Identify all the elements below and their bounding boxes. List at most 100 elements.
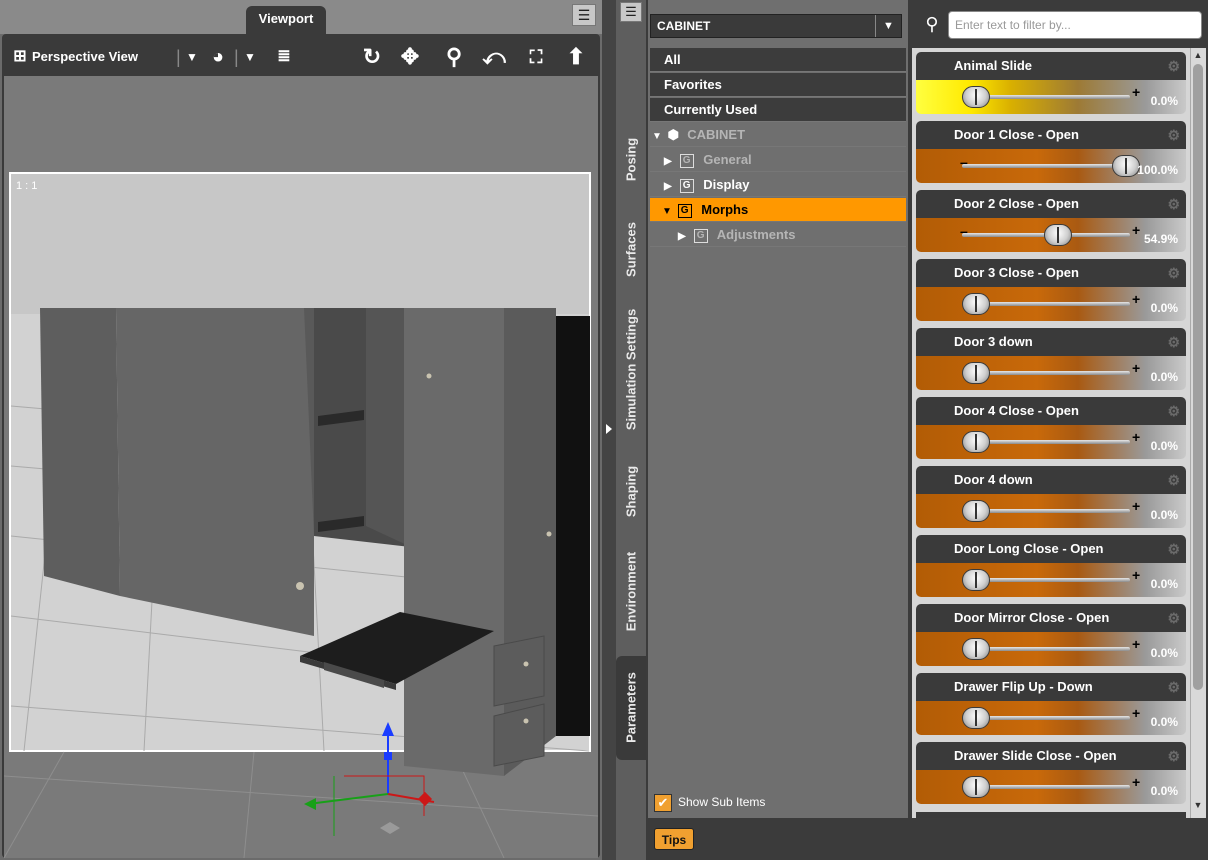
slider-thumb[interactable] xyxy=(962,707,990,729)
camera-select[interactable]: Perspective View xyxy=(32,38,138,76)
expand-right-icon[interactable]: ▶ xyxy=(664,175,676,199)
slider-card[interactable]: Door Mirror Close - Open ⚙ +0.0% xyxy=(916,604,1186,666)
gear-icon[interactable]: ⚙ xyxy=(1167,52,1180,80)
tree-item-general[interactable]: ▶ G General xyxy=(650,148,906,172)
slider-thumb[interactable] xyxy=(962,569,990,591)
slider-value[interactable]: 0.0% xyxy=(1151,301,1178,315)
slider-card[interactable]: Door 3 down ⚙ +0.0% xyxy=(916,328,1186,390)
gear-icon[interactable]: ⚙ xyxy=(1167,673,1180,701)
slider-control[interactable]: +0.0% xyxy=(916,287,1186,321)
tree-item-favorites[interactable]: Favorites xyxy=(650,73,906,97)
gear-icon[interactable]: ⚙ xyxy=(1167,535,1180,563)
slider-control[interactable]: +0.0% xyxy=(916,563,1186,597)
gear-icon[interactable]: ⚙ xyxy=(1167,466,1180,494)
scene-canvas[interactable]: 1 : 1 xyxy=(4,76,598,858)
gear-icon[interactable]: ⚙ xyxy=(1167,259,1180,287)
chevron-down-icon[interactable]: ▼ xyxy=(875,15,901,37)
tab-posing[interactable]: Posing xyxy=(616,118,646,202)
increment-icon[interactable]: + xyxy=(1132,567,1140,583)
slider-track[interactable] xyxy=(962,164,1130,168)
slider-card[interactable]: Door 4 down ⚙ +0.0% xyxy=(916,466,1186,528)
slider-control[interactable]: +0.0% xyxy=(916,632,1186,666)
slider-card[interactable]: Drawer Flip Up - Down ⚙ +0.0% xyxy=(916,673,1186,735)
expand-right-icon[interactable]: ▶ xyxy=(678,225,690,249)
tab-environment[interactable]: Environment xyxy=(616,538,646,648)
node-select[interactable]: CABINET ▼ xyxy=(650,14,902,38)
scrollbar-thumb[interactable] xyxy=(1193,64,1203,690)
slider-card[interactable]: Door 1 Close - Open ⚙ –100.0% xyxy=(916,121,1186,183)
slider-control[interactable]: +0.0% xyxy=(916,80,1186,114)
gear-icon[interactable]: ⚙ xyxy=(1167,742,1180,770)
tree-item-currently-used[interactable]: Currently Used xyxy=(650,98,906,122)
pane-menu-icon[interactable]: ☰ xyxy=(572,4,596,26)
rotate-icon[interactable]: ⤺ xyxy=(480,38,508,76)
frame-icon[interactable]: ⛶ xyxy=(522,38,550,76)
slider-value[interactable]: 0.0% xyxy=(1151,646,1178,660)
slider-card[interactable]: Drawer Slide Close - Open ⚙ +0.0% xyxy=(916,742,1186,804)
slider-value[interactable]: 0.0% xyxy=(1151,370,1178,384)
slider-value[interactable]: 100.0% xyxy=(1137,163,1178,177)
increment-icon[interactable]: + xyxy=(1132,636,1140,652)
shading-dropdown-arrow-icon[interactable]: ▼ xyxy=(236,38,264,76)
slider-control[interactable]: +0.0% xyxy=(916,494,1186,528)
tree-item-cabinet[interactable]: ▼ ⬢ CABINET xyxy=(650,123,906,147)
show-sub-items-checkbox[interactable]: ✔ Show Sub Items xyxy=(654,792,765,812)
gear-icon[interactable]: ⚙ xyxy=(1167,190,1180,218)
slider-thumb[interactable] xyxy=(962,362,990,384)
pane-menu-icon[interactable]: ☰ xyxy=(620,2,642,22)
tree-item-all[interactable]: All xyxy=(650,48,906,72)
tab-surfaces[interactable]: Surfaces xyxy=(616,206,646,292)
increment-icon[interactable]: + xyxy=(1132,774,1140,790)
slider-card[interactable]: Door Long Close - Open ⚙ +0.0% xyxy=(916,535,1186,597)
slider-card[interactable]: Door 3 Close - Open ⚙ +0.0% xyxy=(916,259,1186,321)
slider-control[interactable]: +0.0% xyxy=(916,701,1186,735)
slider-control[interactable]: – +54.9% xyxy=(916,218,1186,252)
tree-item-adjustments[interactable]: ▶ G Adjustments xyxy=(650,223,906,247)
slider-thumb[interactable] xyxy=(962,431,990,453)
expand-down-icon[interactable]: ▼ xyxy=(652,125,664,149)
tab-shaping[interactable]: Shaping xyxy=(616,452,646,532)
tree-item-display[interactable]: ▶ G Display xyxy=(650,173,906,197)
pan-icon[interactable]: ✥ xyxy=(396,38,424,76)
slider-card[interactable]: Door 4 Close - Open ⚙ +0.0% xyxy=(916,397,1186,459)
filter-input[interactable] xyxy=(948,11,1202,39)
slider-thumb[interactable] xyxy=(962,776,990,798)
gear-icon[interactable]: ⚙ xyxy=(1167,328,1180,356)
slider-value[interactable]: 0.0% xyxy=(1151,784,1178,798)
expand-down-icon[interactable]: ▼ xyxy=(662,200,674,224)
increment-icon[interactable]: + xyxy=(1132,360,1140,376)
increment-icon[interactable]: + xyxy=(1132,84,1140,100)
slider-value[interactable]: 0.0% xyxy=(1151,94,1178,108)
slider-control[interactable]: +0.0% xyxy=(916,425,1186,459)
gear-icon[interactable]: ⚙ xyxy=(1167,397,1180,425)
tips-button[interactable]: Tips xyxy=(654,828,694,850)
scroll-down-icon[interactable]: ▼ xyxy=(1192,800,1204,812)
slider-thumb[interactable] xyxy=(1112,155,1140,177)
scroll-up-icon[interactable]: ▲ xyxy=(1192,50,1204,62)
pane-options-icon[interactable]: ≣ xyxy=(270,38,298,76)
slider-control[interactable]: +0.0% xyxy=(916,356,1186,390)
slider-value[interactable]: 0.0% xyxy=(1151,508,1178,522)
slider-thumb[interactable] xyxy=(962,293,990,315)
orbit-icon[interactable]: ↻ xyxy=(358,38,386,76)
zoom-icon[interactable]: ⚲ xyxy=(440,38,468,76)
slider-thumb[interactable] xyxy=(1044,224,1073,246)
slider-card[interactable]: Door 2 Close - Open ⚙ – +54.9% xyxy=(916,190,1186,252)
tab-simulation-settings[interactable]: Simulation Settings xyxy=(616,296,646,446)
slider-thumb[interactable] xyxy=(962,86,990,108)
gear-icon[interactable]: ⚙ xyxy=(1167,604,1180,632)
increment-icon[interactable]: + xyxy=(1132,291,1140,307)
home-icon[interactable]: ⬆ xyxy=(562,38,590,76)
slider-thumb[interactable] xyxy=(962,638,990,660)
gear-icon[interactable]: ⚙ xyxy=(1167,121,1180,149)
slider-value[interactable]: 54.9% xyxy=(1144,232,1178,246)
tab-parameters[interactable]: Parameters xyxy=(616,656,646,760)
slider-value[interactable]: 0.0% xyxy=(1151,715,1178,729)
camera-dropdown-arrow-icon[interactable]: ▼ xyxy=(178,38,206,76)
increment-icon[interactable]: + xyxy=(1132,429,1140,445)
slider-card[interactable]: Animal Slide ⚙ +0.0% xyxy=(916,52,1186,114)
increment-icon[interactable]: + xyxy=(1132,222,1140,238)
slider-control[interactable]: –100.0% xyxy=(916,149,1186,183)
shading-sphere-icon[interactable]: ◕ xyxy=(204,38,232,76)
increment-icon[interactable]: + xyxy=(1132,498,1140,514)
